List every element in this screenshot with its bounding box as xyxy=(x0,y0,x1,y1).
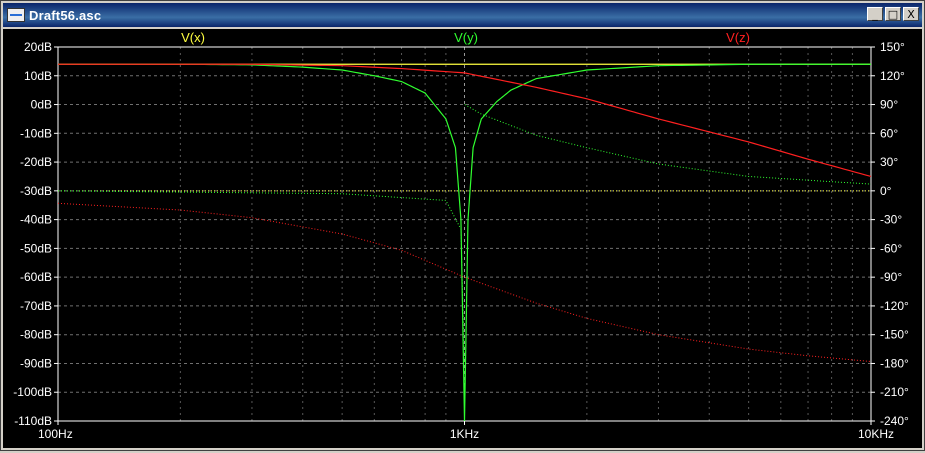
close-button[interactable]: X xyxy=(903,7,919,21)
y-right-tick-label: 120° xyxy=(880,69,905,83)
window-title: Draft56.asc xyxy=(29,7,102,23)
y-right-tick-label: -120° xyxy=(880,299,909,313)
y-right-tick-label: 60° xyxy=(880,126,898,140)
y-right-tick-label: 30° xyxy=(880,155,898,169)
legend-vz[interactable]: V(z) xyxy=(726,30,750,45)
y-left-tick-label: 10dB xyxy=(24,69,52,83)
y-right-tick-label: -210° xyxy=(880,385,909,399)
window-controls: _ □ X xyxy=(867,7,919,21)
y-left-tick-label: -20dB xyxy=(20,155,52,169)
y-left-tick-label: -30dB xyxy=(20,184,52,198)
y-left-tick-label: -40dB xyxy=(20,213,52,227)
y-left-tick-label: -50dB xyxy=(20,241,52,255)
y-right-tick-label: -240° xyxy=(880,414,909,428)
x-tick-label: 100Hz xyxy=(38,427,73,441)
minimize-button[interactable]: _ xyxy=(867,7,883,21)
y-left-tick-label: -100dB xyxy=(13,385,52,399)
x-tick-label: 10KHz xyxy=(858,427,894,441)
legend-vx[interactable]: V(x) xyxy=(181,30,205,45)
y-left-tick-label: -10dB xyxy=(20,126,52,140)
y-right-tick-label: -60° xyxy=(880,241,902,255)
series-vy-phase-line xyxy=(464,104,872,185)
x-tick-label: 1KHz xyxy=(450,427,479,441)
plot-area[interactable]: 20dB 10dB 0dB -10dB -20dB -30dB -40dB -50dB -60d… xyxy=(3,29,922,448)
legend-vy[interactable]: V(y) xyxy=(454,30,478,45)
y-right-tick-label: 150° xyxy=(880,40,905,54)
y-left-tick-label: -90dB xyxy=(20,356,52,370)
y-right-tick-label: -180° xyxy=(880,356,909,370)
app-window: Draft56.asc _ □ X 20dB 10dB 0dB -10dB -20dB -… xyxy=(0,0,925,451)
y-right-tick-label: -150° xyxy=(880,328,909,342)
y-left-tick-label: -110dB xyxy=(14,414,52,428)
y-left-tick-label: -60dB xyxy=(20,270,52,284)
y-left-tick-label: 20dB xyxy=(24,40,52,54)
y-right-tick-label: 0° xyxy=(880,184,892,198)
y-left-tick-label: -70dB xyxy=(20,299,52,313)
grid-layer xyxy=(58,47,871,421)
legend-layer[interactable]: V(x) V(y) V(z) xyxy=(181,30,750,45)
title-bar[interactable]: Draft56.asc _ □ X xyxy=(3,3,922,27)
waveform-plot[interactable]: 20dB 10dB 0dB -10dB -20dB -30dB -40dB -50dB -60d… xyxy=(3,29,922,448)
y-left-tick-label: 0dB xyxy=(31,98,52,112)
y-right-tick-label: -90° xyxy=(880,270,902,284)
y-right-tick-label: -30° xyxy=(880,213,902,227)
y-right-tick-label: 90° xyxy=(880,98,898,112)
waveform-window-icon[interactable] xyxy=(7,8,25,22)
y-left-tick-label: -80dB xyxy=(20,328,52,342)
maximize-button[interactable]: □ xyxy=(885,7,901,21)
